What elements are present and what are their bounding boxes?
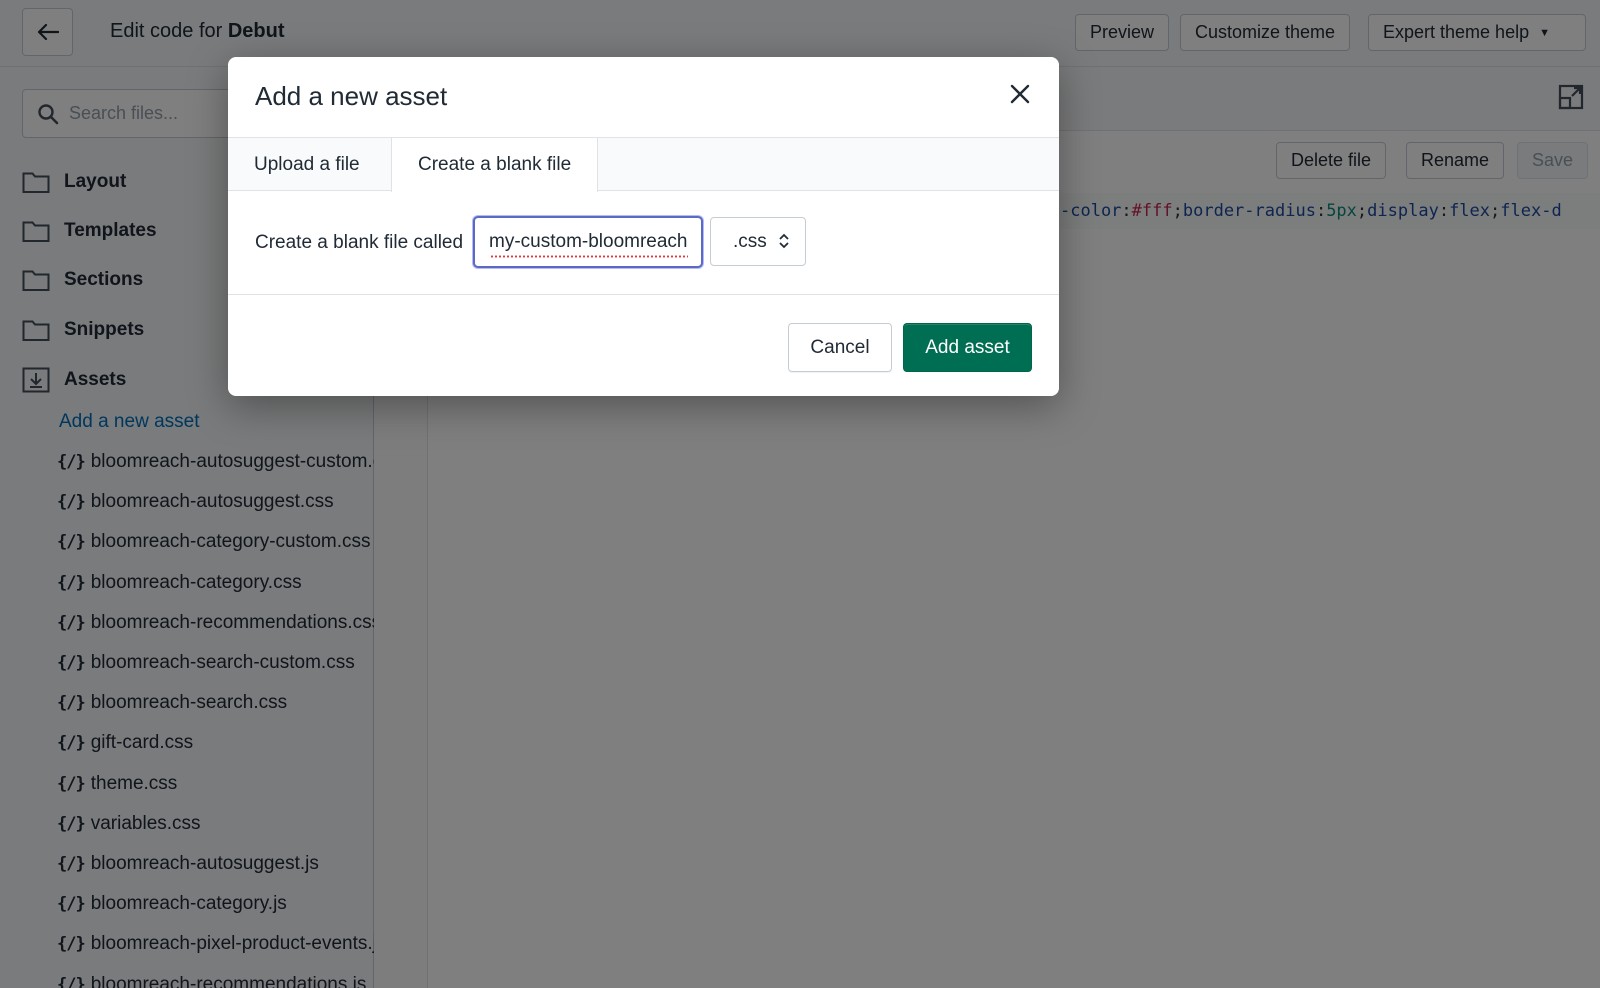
tab-create-blank-file[interactable]: Create a blank file [391,138,599,192]
file-name-label: Create a blank file called [255,232,464,253]
modal-title: Add a new asset [255,81,448,111]
tab-upload-file[interactable]: Upload a file [228,138,386,191]
tab-label: Upload a file [254,153,360,175]
modal-tabs: Upload a file Create a blank file [228,138,1059,192]
tab-label: Create a blank file [418,154,572,175]
cancel-label: Cancel [810,336,870,358]
cancel-button[interactable]: Cancel [788,323,892,372]
add-asset-label: Add asset [925,336,1010,358]
extension-value: .css [733,230,767,252]
modal-header: Add a new asset [228,57,1059,138]
close-button[interactable] [1005,79,1035,109]
create-file-form: Create a blank file called .css [228,191,1059,295]
select-arrows-icon [779,233,789,249]
file-name-input[interactable] [473,216,703,268]
close-icon [1010,84,1030,104]
add-asset-modal: Add a new asset Upload a file Create a b… [228,57,1059,396]
spellcheck-underline [490,255,688,258]
extension-select[interactable]: .css [710,217,806,266]
add-asset-button[interactable]: Add asset [903,323,1032,372]
modal-footer: Cancel Add asset [228,295,1059,395]
